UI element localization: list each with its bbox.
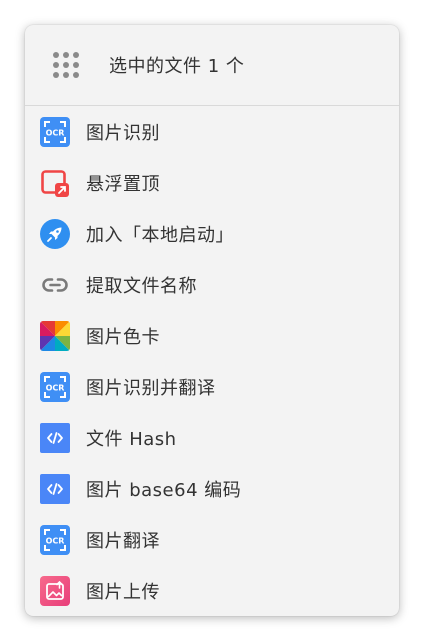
menu-item-image-base64[interactable]: 图片 base64 编码 [25,463,399,514]
image-upload-icon [40,575,70,606]
selected-files-title: 选中的文件 1 个 [109,56,245,77]
menu-item-add-local-launch[interactable]: 加入「本地启动」 [25,208,399,259]
menu-item-label: 加入「本地启动」 [86,224,234,246]
menu-item-extract-file-name[interactable]: 提取文件名称 [25,259,399,310]
menu-item-file-hash[interactable]: 文件 Hash [25,412,399,463]
context-menu-panel: 选中的文件 1 个 OCR 图片识别 悬浮置顶 加入「本地启动」 提取文件名称 … [25,25,399,616]
menu-item-image-translate[interactable]: OCR 图片翻译 [25,514,399,565]
menu-item-image-ocr-translate[interactable]: OCR 图片识别并翻译 [25,361,399,412]
menu-item-float-on-top[interactable]: 悬浮置顶 [25,157,399,208]
link-icon [40,270,70,300]
menu-item-label: 悬浮置顶 [86,173,160,195]
pin-window-icon [40,168,70,198]
code-icon [40,473,70,504]
menu-item-label: 图片色卡 [86,326,160,348]
menu-item-image-upload[interactable]: 图片上传 [25,565,399,616]
menu-item-label: 图片 base64 编码 [86,479,242,501]
menu-item-label: 文件 Hash [86,428,177,450]
menu-header: 选中的文件 1 个 [25,25,399,106]
rocket-icon [40,218,70,249]
ocr-icon: OCR [40,116,70,147]
ocr-icon: OCR [40,371,70,402]
svg-text:OCR: OCR [46,536,65,545]
ocr-icon: OCR [40,524,70,555]
menu-item-label: 图片识别 [86,122,160,144]
menu-item-label: 图片翻译 [86,530,160,552]
menu-item-label: 提取文件名称 [86,275,197,297]
menu-item-label: 图片上传 [86,581,160,603]
drag-grip-icon[interactable] [53,52,79,78]
color-palette-icon [40,320,70,351]
code-icon [40,422,70,453]
menu-item-list: OCR 图片识别 悬浮置顶 加入「本地启动」 提取文件名称 图片色卡 OCR 图… [25,106,399,616]
menu-item-label: 图片识别并翻译 [86,377,216,399]
svg-text:OCR: OCR [46,128,65,137]
menu-item-image-ocr[interactable]: OCR 图片识别 [25,106,399,157]
menu-item-image-color-card[interactable]: 图片色卡 [25,310,399,361]
svg-text:OCR: OCR [46,383,65,392]
